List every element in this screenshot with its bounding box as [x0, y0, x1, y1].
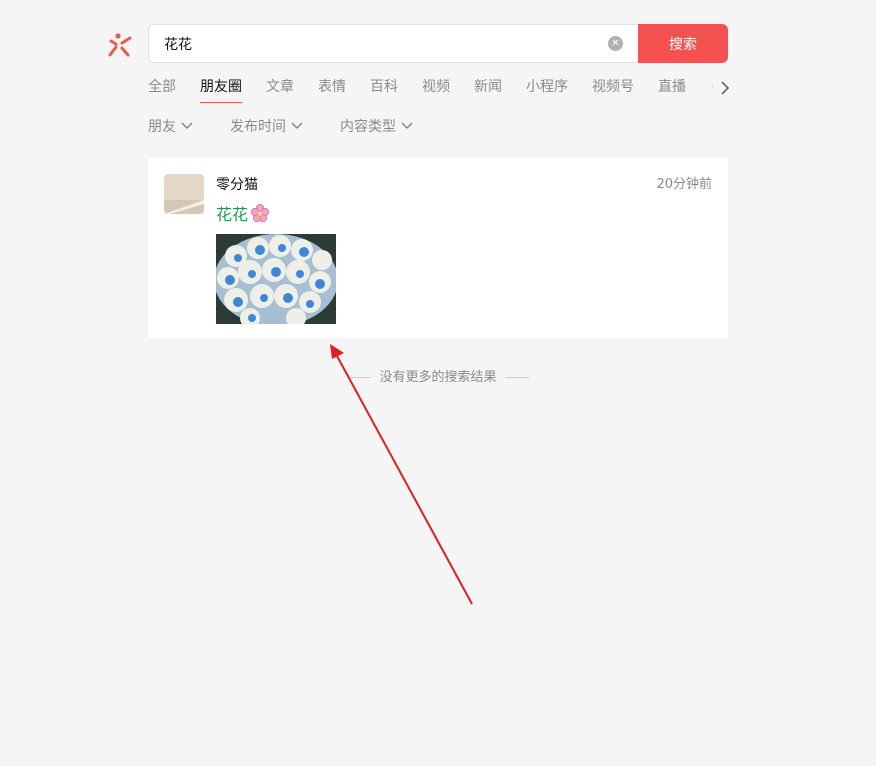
- search-input[interactable]: [164, 25, 594, 62]
- filter-content-type-label: 内容类型: [340, 119, 396, 135]
- no-more-results: 没有更多的搜索结果: [0, 368, 876, 388]
- divider-left: [347, 377, 372, 378]
- tab-moments[interactable]: 朋友圈: [200, 76, 242, 103]
- wechat-search-logo-icon: [108, 33, 132, 57]
- username[interactable]: 零分猫: [216, 174, 258, 196]
- post-image-thumbnail[interactable]: [216, 234, 336, 324]
- tab-more-hidden[interactable]: ·: [710, 76, 718, 98]
- cherry-blossom-icon: [251, 204, 270, 222]
- category-tabs: 全部 朋友圈 文章 表情 百科 视频 新闻 小程序 视频号 直播 ·: [148, 76, 730, 104]
- tab-videos[interactable]: 视频: [422, 76, 450, 98]
- avatar[interactable]: [164, 174, 204, 214]
- chevron-right-icon[interactable]: [718, 79, 732, 97]
- filter-publish-time[interactable]: 发布时间: [230, 116, 304, 138]
- chevron-down-icon: [401, 122, 413, 130]
- divider-right: [504, 377, 529, 378]
- tab-stickers[interactable]: 表情: [318, 76, 346, 98]
- filter-bar: 朋友 发布时间 内容类型: [148, 116, 728, 140]
- post-text-content: 花花: [216, 205, 249, 224]
- clear-search-icon[interactable]: ✕: [608, 36, 623, 51]
- tab-all[interactable]: 全部: [148, 76, 176, 98]
- tab-channels[interactable]: 视频号: [592, 76, 634, 98]
- search-box: ✕: [148, 24, 638, 63]
- filter-friends-label: 朋友: [148, 119, 176, 135]
- post-text[interactable]: 花花: [216, 203, 270, 227]
- chevron-down-icon: [181, 122, 193, 130]
- tab-live[interactable]: 直播: [658, 76, 686, 98]
- chevron-down-icon: [291, 122, 303, 130]
- tab-encyclopedia[interactable]: 百科: [370, 76, 398, 98]
- filter-content-type[interactable]: 内容类型: [340, 116, 414, 138]
- moment-result-card[interactable]: 零分猫 20分钟前 花花: [148, 158, 728, 338]
- tab-news[interactable]: 新闻: [474, 76, 502, 98]
- arrowhead: [330, 344, 344, 359]
- tab-articles[interactable]: 文章: [266, 76, 294, 98]
- post-time: 20分钟前: [656, 177, 712, 192]
- search-button[interactable]: 搜索: [638, 24, 728, 63]
- filter-friends[interactable]: 朋友: [148, 116, 194, 138]
- tab-mini-programs[interactable]: 小程序: [526, 76, 568, 98]
- no-more-results-text: 没有更多的搜索结果: [379, 370, 497, 385]
- filter-publish-time-label: 发布时间: [230, 119, 286, 135]
